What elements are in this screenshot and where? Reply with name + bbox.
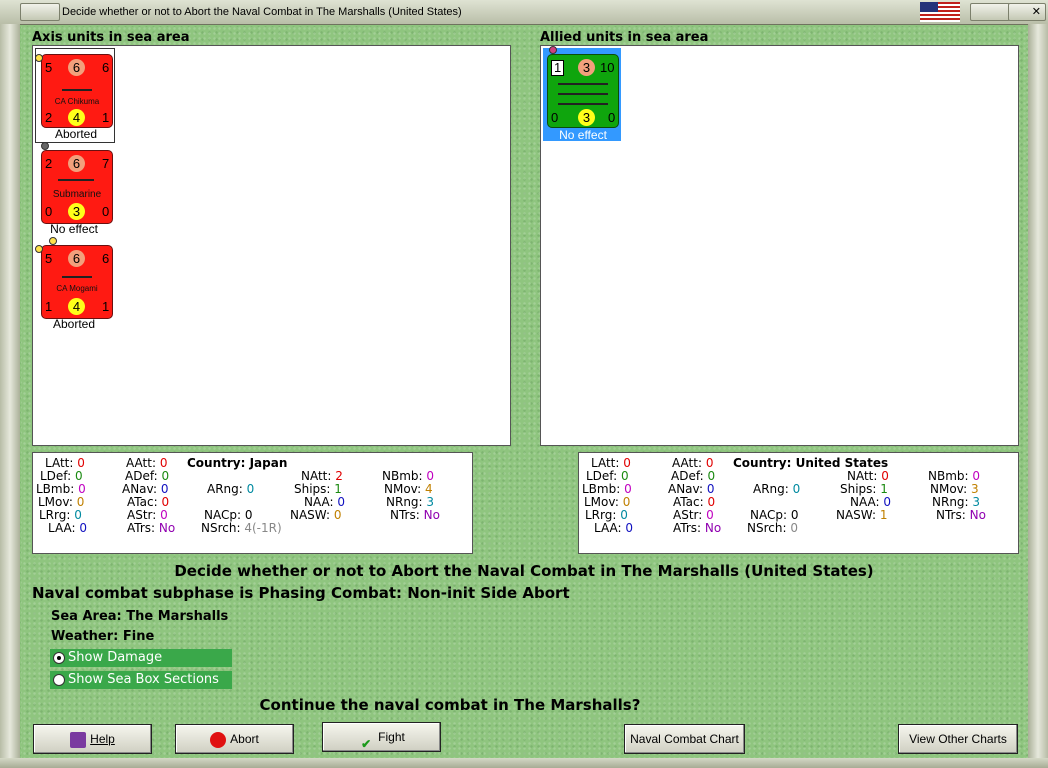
weather-label: Weather:: [51, 629, 119, 644]
carrier-silhouette-icon: [558, 83, 608, 85]
counter-value: 2: [45, 110, 53, 125]
window-frame-right: [1028, 24, 1048, 768]
window-title: Decide whether or not to Abort the Naval…: [62, 6, 462, 18]
counter-value: 6: [68, 250, 85, 267]
fight-button[interactable]: ✔ Fight: [322, 722, 441, 752]
counter-value: 6: [68, 155, 85, 172]
carrier-silhouette-icon: [558, 93, 608, 95]
counter-value: 1: [45, 299, 53, 314]
carrier-silhouette-icon: [558, 103, 608, 105]
option-label: Show Sea Box Sections: [68, 672, 219, 687]
checkmark-icon: ✔: [361, 736, 372, 751]
unit-status: Aborted: [52, 317, 96, 331]
marker-icon: [41, 142, 49, 150]
weather-row: Weather: Fine: [51, 629, 154, 644]
close-button[interactable]: ✕: [1008, 3, 1046, 21]
ship-silhouette-icon: [62, 89, 92, 91]
title-bar: Decide whether or not to Abort the Naval…: [0, 0, 1048, 25]
close-icon: ✕: [1031, 5, 1041, 18]
unit-status: Aborted: [54, 127, 98, 141]
counter-value: 10: [600, 60, 615, 75]
counter-value: 4: [68, 109, 85, 126]
window-frame-bottom: [0, 758, 1048, 768]
button-label: Help: [90, 732, 115, 746]
counter-value: 6: [68, 59, 85, 76]
counter-value: 0: [608, 110, 616, 125]
submarine-silhouette-icon: [58, 179, 94, 181]
counter-value: 1: [102, 110, 110, 125]
axis-unit-2[interactable]: 2 6 7 Submarine 0 3 0: [41, 150, 113, 224]
unit-name: Submarine: [52, 189, 102, 200]
view-other-charts-button[interactable]: View Other Charts: [898, 724, 1018, 754]
counter-value: 3: [578, 59, 595, 76]
option-label: Show Damage: [68, 650, 163, 665]
no-entry-icon: [210, 731, 227, 748]
subphase-message: Naval combat subphase is Phasing Combat:…: [32, 584, 570, 602]
continue-prompt: Continue the naval combat in The Marshal…: [259, 696, 641, 714]
counter-value: 0: [551, 110, 559, 125]
counter-value: 6: [102, 60, 110, 75]
counter-value: 7: [102, 156, 110, 171]
counter-value: 3: [578, 109, 595, 126]
minimize-button[interactable]: [970, 3, 1010, 21]
allied-units-heading: Allied units in sea area: [540, 30, 709, 45]
weather-value: Fine: [122, 629, 155, 644]
ship-silhouette-icon: [62, 276, 92, 278]
counter-value: 6: [102, 251, 110, 266]
naval-combat-chart-button[interactable]: Naval Combat Chart: [624, 724, 745, 754]
unit-name: CA Mogami: [56, 284, 98, 293]
counter-value: 1: [551, 60, 565, 76]
counter-value: 0: [45, 204, 53, 219]
marker-icon: [549, 46, 557, 54]
counter-value: 1: [102, 299, 110, 314]
allied-units-panel[interactable]: 1 3 10 0 3 0 No effect: [540, 45, 1019, 446]
radio-selected-icon[interactable]: [53, 652, 65, 664]
marker-icon: [35, 245, 43, 253]
country-label: Country: Japan: [187, 456, 288, 470]
show-sea-box-option[interactable]: Show Sea Box Sections: [50, 671, 232, 689]
counter-value: 0: [102, 204, 110, 219]
country-label: Country: United States: [733, 456, 889, 470]
counter-value: 3: [68, 203, 85, 220]
marker-icon: [35, 54, 43, 62]
axis-stats-panel: LAtt: 0 LDef: 0 LBmb: 0 LMov: 0 LRrg: 0 …: [32, 452, 473, 554]
unit-name: CA Chikuma: [54, 97, 100, 106]
us-flag-icon: [920, 2, 960, 22]
radio-icon[interactable]: [53, 674, 65, 686]
show-damage-option[interactable]: Show Damage: [50, 649, 232, 667]
window-frame-left: [0, 24, 20, 768]
axis-unit-1[interactable]: 5 6 6 CA Chikuma 2 4 1 Aborted: [35, 48, 115, 143]
counter-value: 4: [68, 298, 85, 315]
unit-counter[interactable]: 5 6 6 CA Chikuma 2 4 1: [41, 54, 113, 128]
allied-unit-1[interactable]: 1 3 10 0 3 0 No effect: [543, 48, 621, 142]
counter-value: 2: [45, 156, 53, 171]
counter-value: 5: [45, 251, 53, 266]
sea-area-row: Sea Area: The Marshalls: [51, 609, 228, 624]
button-label: Fight: [378, 730, 405, 744]
book-icon: [70, 731, 87, 748]
axis-unit-3[interactable]: 5 6 6 CA Mogami 1 4 1: [41, 245, 113, 319]
allied-stats-panel: LAtt: 0 LDef: 0 LBmb: 0 LMov: 0 LRrg: 0 …: [578, 452, 1019, 554]
sea-area-value: The Marshalls: [126, 609, 229, 624]
button-label: Abort: [230, 732, 259, 746]
abort-button[interactable]: Abort: [175, 724, 294, 754]
decide-message: Decide whether or not to Abort the Naval…: [174, 562, 874, 580]
sea-area-label: Sea Area:: [51, 609, 122, 624]
unit-status: No effect: [559, 128, 607, 142]
help-button[interactable]: Help: [33, 724, 152, 754]
axis-units-panel[interactable]: 5 6 6 CA Chikuma 2 4 1 Aborted 2 6 7 Sub…: [32, 45, 511, 446]
unit-counter[interactable]: 1 3 10 0 3 0: [547, 54, 619, 128]
marker-icon: [49, 237, 57, 245]
axis-units-heading: Axis units in sea area: [32, 30, 190, 45]
window-menu-button[interactable]: [20, 3, 60, 21]
unit-status: No effect: [50, 222, 98, 236]
counter-value: 5: [45, 60, 53, 75]
